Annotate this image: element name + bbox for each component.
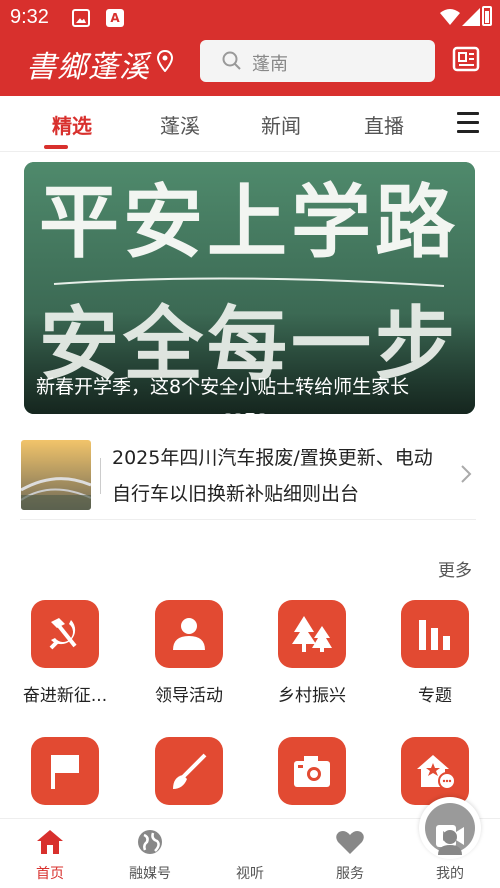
service-item-brush[interactable] — [134, 737, 244, 805]
heart-icon — [336, 831, 364, 854]
camera-icon — [278, 737, 346, 805]
service-label: 领导活动 — [155, 686, 223, 706]
person-icon — [155, 600, 223, 668]
home-icon — [37, 830, 63, 854]
nav-label: 首页 — [36, 866, 64, 882]
service-item-topics[interactable]: 专题 — [380, 600, 490, 706]
wifi-icon — [440, 9, 460, 25]
more-link[interactable]: 更多 — [438, 556, 472, 581]
search-placeholder: 蓬南 — [252, 54, 288, 75]
nav-label: 融媒号 — [129, 866, 171, 882]
status-bar: 9:32 A — [0, 0, 500, 36]
nav-label: 我的 — [436, 866, 464, 882]
brush-icon — [155, 737, 223, 805]
location-pin-icon[interactable] — [157, 50, 173, 72]
tab-live[interactable]: 直播 — [364, 110, 404, 139]
service-item-leader[interactable]: 领导活动 — [134, 600, 244, 706]
news-thumbnail — [21, 440, 91, 510]
bottom-nav: 首页 融媒号 视听 服务 我的 — [0, 797, 500, 888]
service-label: 奋进新征... — [22, 686, 108, 706]
nav-label: 视听 — [236, 866, 264, 882]
service-item-photo[interactable] — [257, 737, 367, 805]
nav-video[interactable]: 视听 — [200, 797, 481, 888]
carousel-dots — [225, 402, 269, 414]
news-item[interactable]: 2025年四川汽车报废/置换更新、电动自行车以旧换新补贴细则出台 — [20, 430, 476, 520]
user-icon — [438, 830, 462, 855]
flag-icon — [31, 737, 99, 805]
channel-tabs: 精选 蓬溪 新闻 直播 — [0, 96, 500, 152]
brand-logo: 書鄉蓬溪 — [26, 50, 150, 85]
active-tab-indicator — [44, 145, 68, 149]
battery-icon — [482, 6, 492, 26]
service-item-home[interactable] — [380, 737, 490, 805]
chevron-right-icon — [461, 465, 472, 483]
tab-pengxi[interactable]: 蓬溪 — [160, 110, 200, 139]
app-notification-icon: A — [106, 9, 124, 27]
banner-carousel[interactable]: 平安上学路 安全每一步 新春开学季，这8个安全小贴士转给师生家长 — [24, 162, 475, 414]
tab-news[interactable]: 新闻 — [261, 110, 301, 139]
nav-media[interactable]: 融媒号 — [100, 819, 200, 888]
gallery-notification-icon — [72, 9, 90, 27]
banner-caption: 新春开学季，这8个安全小贴士转给师生家长 — [36, 376, 410, 398]
service-item-flag[interactable] — [10, 737, 120, 805]
tab-jingxuan[interactable]: 精选 — [52, 110, 92, 139]
search-input[interactable]: 蓬南 — [200, 40, 435, 82]
status-time: 9:32 — [10, 6, 49, 28]
news-title: 2025年四川汽车报废/置换更新、电动自行车以旧换新补贴细则出台 — [112, 447, 433, 505]
hammer-sickle-icon — [31, 600, 99, 668]
service-label: 乡村振兴 — [278, 686, 346, 706]
nav-service[interactable]: 服务 — [300, 819, 400, 888]
nav-profile[interactable]: 我的 — [400, 819, 500, 888]
signal-icon — [462, 8, 480, 26]
service-item-fenjin[interactable]: 奋进新征... — [10, 600, 120, 706]
service-label: 专题 — [418, 686, 452, 706]
menu-icon[interactable] — [457, 112, 479, 139]
search-icon — [222, 51, 241, 70]
globe-icon — [138, 830, 162, 854]
bar-chart-icon — [401, 600, 469, 668]
newspaper-icon[interactable] — [452, 45, 480, 73]
banner-line-1: 平安上学路 — [39, 176, 459, 269]
nav-label: 服务 — [336, 866, 364, 882]
home-chat-icon — [401, 737, 469, 805]
trees-icon — [278, 600, 346, 668]
nav-home[interactable]: 首页 — [0, 819, 100, 888]
app-header: 9:32 A 書鄉蓬溪 蓬南 — [0, 0, 500, 96]
divider — [100, 458, 101, 494]
service-item-rural[interactable]: 乡村振兴 — [257, 600, 367, 706]
